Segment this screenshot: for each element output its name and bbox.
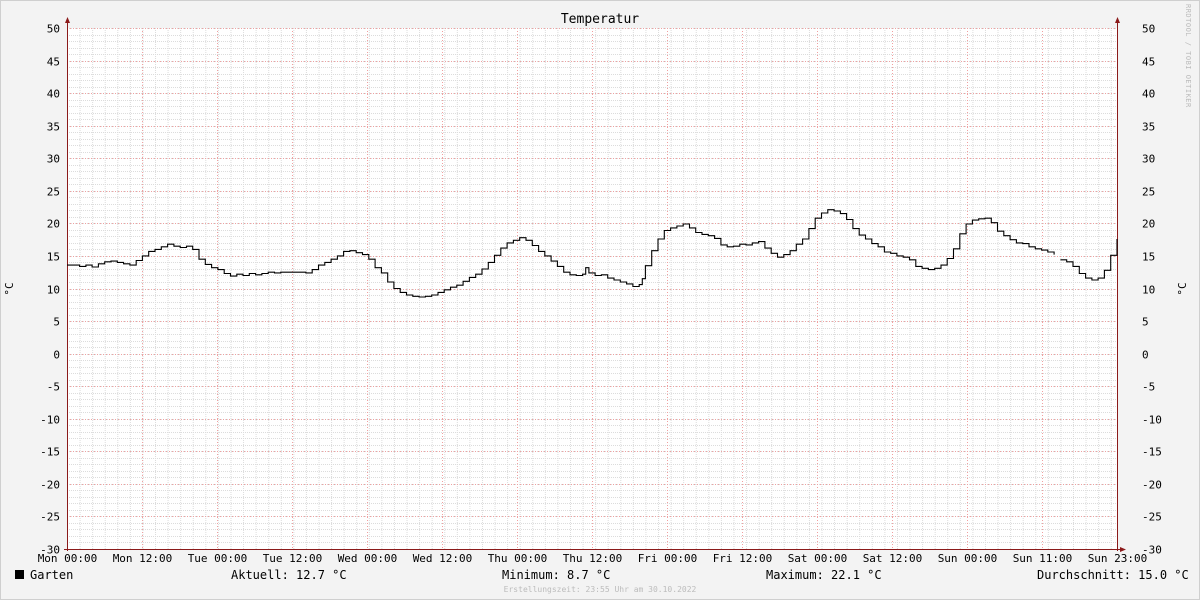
y-tick-label-left: -30 bbox=[40, 544, 60, 557]
stat-minimum-value: 8.7 °C bbox=[567, 568, 611, 582]
x-tick-label: Tue 00:00 bbox=[188, 552, 248, 565]
y-axis-right-arrow bbox=[1115, 17, 1120, 23]
stat-maximum-value: 22.1 °C bbox=[831, 568, 882, 582]
y-axis-left-arrow bbox=[65, 17, 70, 23]
x-tick-label: Fri 00:00 bbox=[638, 552, 698, 565]
y-tick-label-left: -25 bbox=[40, 511, 60, 524]
stat-average-value: 15.0 °C bbox=[1138, 568, 1189, 582]
chart-title: Temperatur bbox=[561, 12, 639, 27]
x-tick-label: Wed 00:00 bbox=[338, 552, 398, 565]
y-tick-label-right: 35 bbox=[1142, 121, 1155, 134]
y-tick-label-right: 0 bbox=[1142, 349, 1149, 362]
x-tick-label: Sun 11:00 bbox=[1013, 552, 1073, 565]
stat-current-value: 12.7 °C bbox=[296, 568, 347, 582]
y-tick-label-right: 30 bbox=[1142, 153, 1155, 166]
y-tick-label-right: 5 bbox=[1142, 316, 1149, 329]
y-tick-label-left: 40 bbox=[47, 88, 60, 101]
y-tick-label-left: 35 bbox=[47, 121, 60, 134]
y-tick-label-left: -10 bbox=[40, 414, 60, 427]
x-tick-label: Mon 12:00 bbox=[113, 552, 173, 565]
x-tick-label: Sat 00:00 bbox=[788, 552, 848, 565]
y-tick-label-right: 10 bbox=[1142, 284, 1155, 297]
stat-minimum-label: Minimum: bbox=[502, 568, 560, 582]
y-axis-label-right: °C bbox=[1176, 282, 1189, 295]
y-tick-label-left: 50 bbox=[47, 23, 60, 36]
y-tick-label-left: 45 bbox=[47, 56, 60, 69]
y-tick-label-left: 20 bbox=[47, 218, 60, 231]
y-tick-label-right: -20 bbox=[1142, 479, 1162, 492]
y-tick-label-right: 45 bbox=[1142, 56, 1155, 69]
temperature-chart: Mon 00:00 Mon 12:00 Tue 00:00 Tue 12:00 Wed … bbox=[3, 4, 1192, 565]
x-tick-label: Thu 00:00 bbox=[488, 552, 548, 565]
y-tick-label-left: 25 bbox=[47, 186, 60, 199]
y-tick-label-right: -10 bbox=[1142, 414, 1162, 427]
y-tick-label-right: 20 bbox=[1142, 218, 1155, 231]
y-tick-label-right: -5 bbox=[1142, 381, 1155, 394]
x-tick-label: Sat 12:00 bbox=[863, 552, 923, 565]
y-axis-label-left: °C bbox=[3, 282, 16, 295]
stat-maximum-label: Maximum: bbox=[766, 568, 824, 582]
y-tick-label-right: -25 bbox=[1142, 511, 1162, 524]
y-tick-label-left: -5 bbox=[47, 381, 60, 394]
legend-swatch-garten bbox=[15, 570, 24, 579]
stat-minimum: Minimum: 8.7 °C bbox=[502, 568, 610, 582]
stat-current-label: Aktuell: bbox=[231, 568, 289, 582]
stat-average-label: Durchschnitt: bbox=[1037, 568, 1131, 582]
watermark: RRDTOOL / TOBI OETIKER bbox=[1184, 4, 1192, 108]
footer-creation-time: Erstellungszeit: 23:55 Uhr am 30.10.2022 bbox=[503, 585, 697, 594]
legend-label-garten: Garten bbox=[30, 568, 74, 582]
y-tick-label-left: 0 bbox=[53, 349, 60, 362]
y-tick-label-left: 30 bbox=[47, 153, 60, 166]
y-tick-label-left: -15 bbox=[40, 446, 60, 459]
y-tick-label-right: -15 bbox=[1142, 446, 1162, 459]
x-tick-label: Tue 12:00 bbox=[263, 552, 323, 565]
y-tick-label-left: 10 bbox=[47, 284, 60, 297]
y-tick-label-right: 25 bbox=[1142, 186, 1155, 199]
y-tick-label-left: -20 bbox=[40, 479, 60, 492]
y-tick-label-right: 40 bbox=[1142, 88, 1155, 101]
x-tick-label: Wed 12:00 bbox=[413, 552, 473, 565]
x-tick-label: Fri 12:00 bbox=[713, 552, 773, 565]
stat-current: Aktuell: 12.7 °C bbox=[231, 568, 347, 582]
x-tick-label: Sun 00:00 bbox=[938, 552, 998, 565]
stat-maximum: Maximum: 22.1 °C bbox=[766, 568, 882, 582]
y-tick-label-left: 5 bbox=[53, 316, 60, 329]
y-tick-label-right: -30 bbox=[1142, 544, 1162, 557]
y-tick-label-right: 50 bbox=[1142, 23, 1155, 36]
x-tick-label: Sun 23:00 bbox=[1088, 552, 1148, 565]
y-tick-label-right: 15 bbox=[1142, 251, 1155, 264]
stat-average: Durchschnitt: 15.0 °C bbox=[1037, 568, 1189, 582]
x-tick-label: Thu 12:00 bbox=[563, 552, 623, 565]
y-tick-label-left: 15 bbox=[47, 251, 60, 264]
